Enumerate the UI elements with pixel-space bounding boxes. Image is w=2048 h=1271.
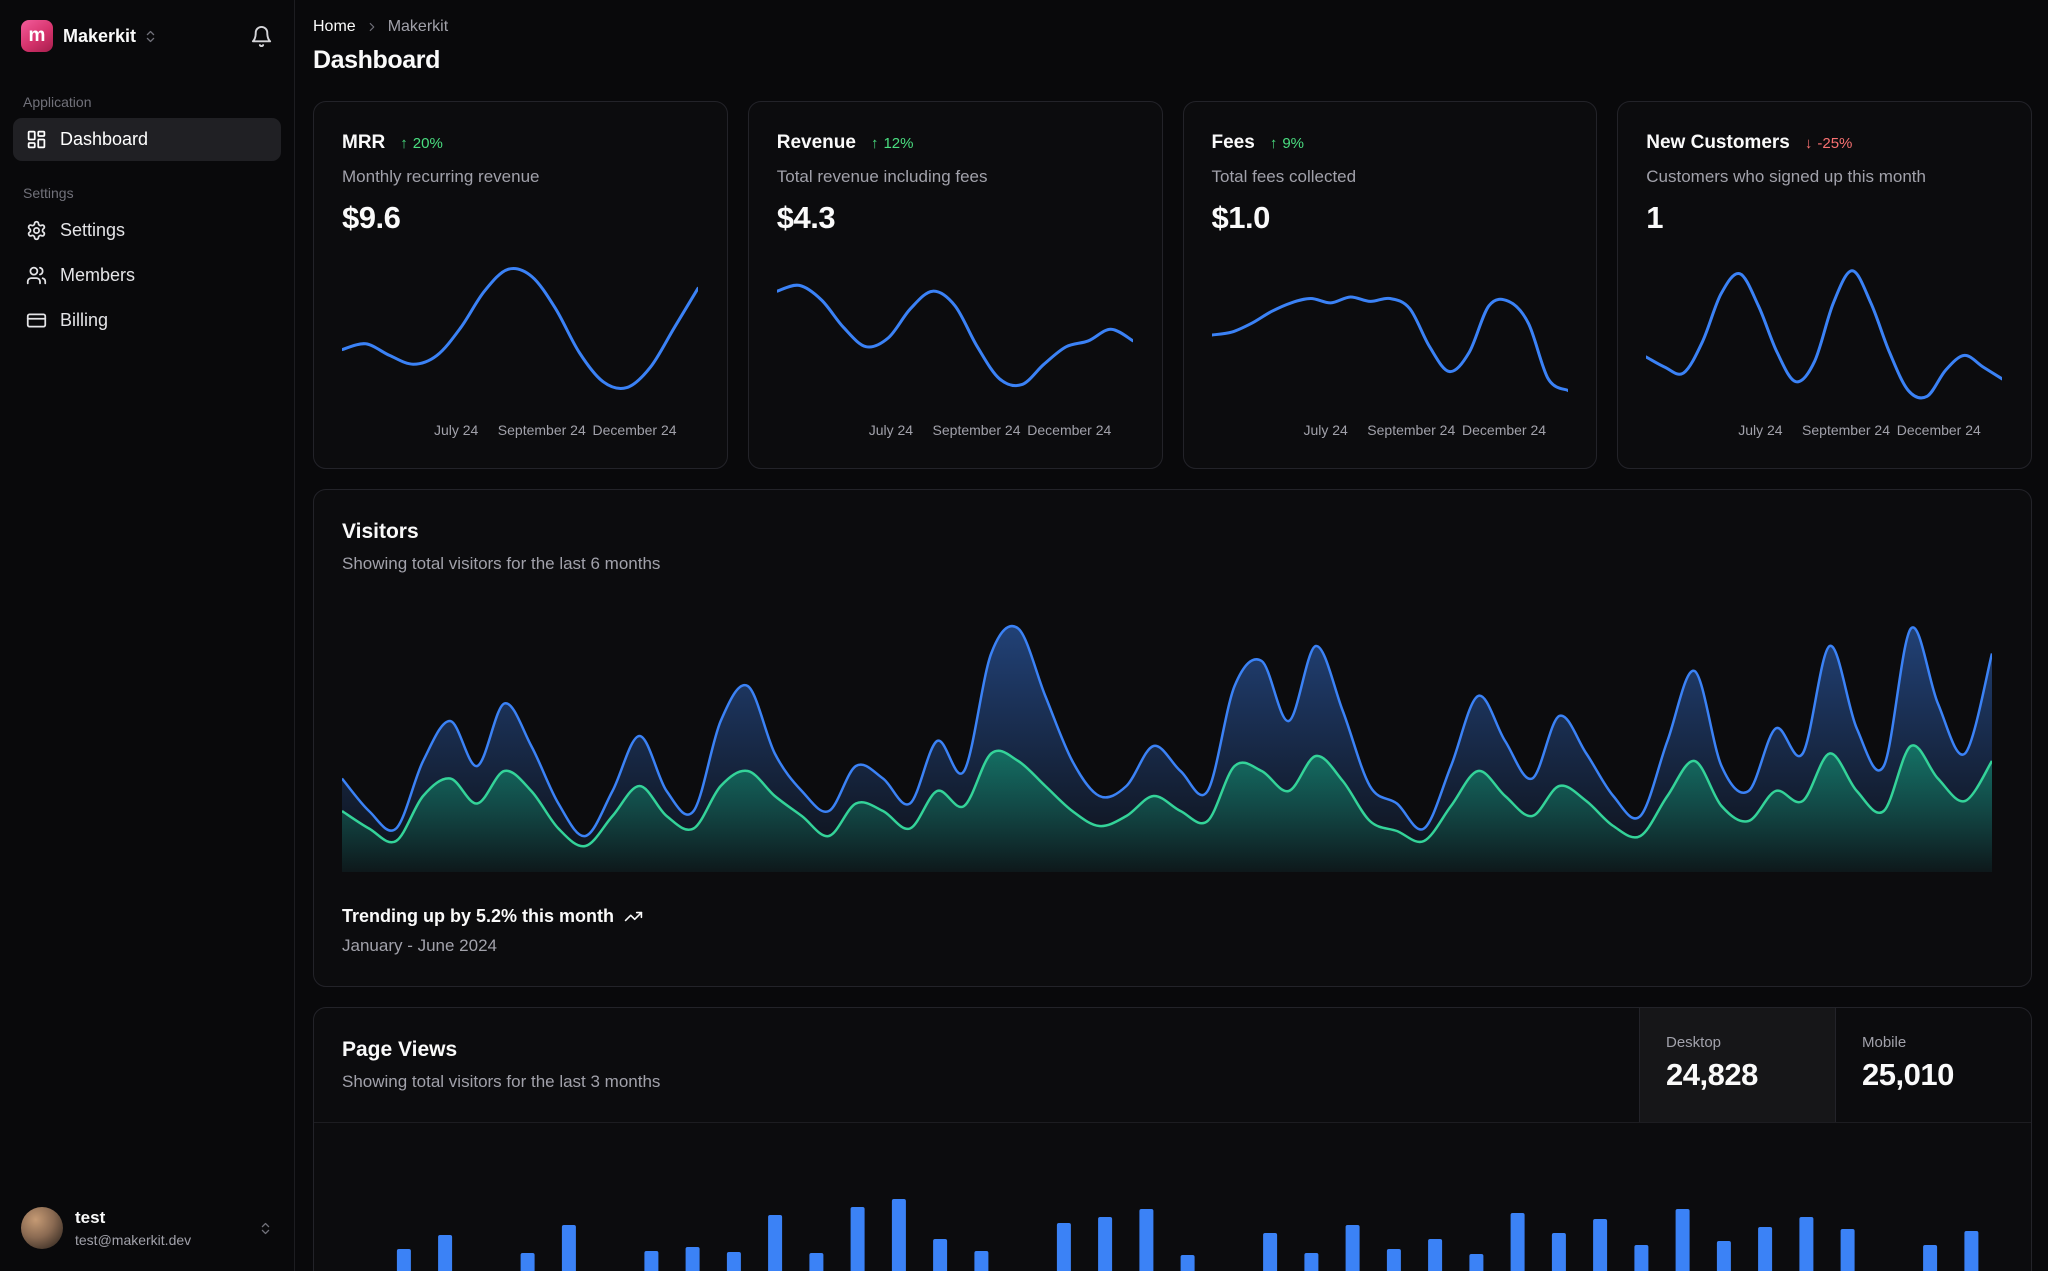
toggle-mobile[interactable]: Mobile 25,010 xyxy=(1835,1008,2031,1122)
app-logo-letter: m xyxy=(28,25,46,46)
visitors-period: January - June 2024 xyxy=(342,936,497,955)
fees-line-chart xyxy=(1211,295,1568,392)
mrr-line-chart xyxy=(342,267,698,391)
revenue-line-chart xyxy=(776,283,1133,388)
stat-subtitle: Total fees collected xyxy=(1211,167,1357,186)
sidebar-item-label: Settings xyxy=(60,220,126,240)
sidebar: m Makerkit Application Dashboard Setting… xyxy=(0,0,295,1271)
x-axis-labels: July 24 September 24 December 24 xyxy=(868,422,1112,438)
stat-change-badge: ↑ 9% xyxy=(1269,134,1304,152)
visitors-trend: Trending up by 5.2% this month xyxy=(342,906,2003,927)
stat-subtitle: Monthly recurring revenue xyxy=(342,167,540,186)
sidebar-item-members[interactable]: Members xyxy=(13,254,281,297)
nav-section-label-settings: Settings xyxy=(23,185,74,201)
sidebar-item-settings[interactable]: Settings xyxy=(13,209,281,252)
page-views-bar-chart xyxy=(396,1199,1979,1271)
stat-change-badge: ↓ -25% xyxy=(1804,134,1853,152)
sidebar-header: m Makerkit xyxy=(13,0,281,70)
sidebar-item-billing[interactable]: Billing xyxy=(13,299,281,342)
stat-subtitle: Total revenue including fees xyxy=(776,167,988,186)
arrow-up-icon: ↑ xyxy=(870,134,879,152)
page-views-title: Page Views xyxy=(342,1038,458,1061)
page-views-titles: Page Views Showing total visitors for th… xyxy=(314,1008,1639,1122)
toggle-desktop[interactable]: Desktop 24,828 xyxy=(1639,1008,1835,1122)
user-email: test@makerkit.dev xyxy=(75,1231,192,1248)
bell-icon xyxy=(251,25,272,47)
app-logo[interactable]: m xyxy=(21,20,53,52)
sidebar-item-label: Dashboard xyxy=(60,129,149,149)
stats-row: MRR ↑ 20% Monthly recurring revenue $9.6 … xyxy=(313,101,2032,469)
new-customers-line-chart xyxy=(1646,269,2003,400)
stat-value: $4.3 xyxy=(776,200,836,235)
stat-subtitle: Customers who signed up this month xyxy=(1646,167,1926,186)
breadcrumb-current: Makerkit xyxy=(387,18,449,35)
page-title: Dashboard xyxy=(313,46,440,74)
stat-title: Revenue xyxy=(776,132,856,153)
user-name: test xyxy=(75,1208,106,1228)
user-menu[interactable]: test test@makerkit.dev xyxy=(13,1193,281,1271)
stat-value: 1 xyxy=(1646,200,1663,235)
user-meta: test test@makerkit.dev xyxy=(75,1208,191,1247)
toggle-label: Mobile xyxy=(1862,1034,1907,1051)
chevrons-up-down-icon xyxy=(146,30,155,42)
page-views-toggles: Desktop 24,828 Mobile 25,010 xyxy=(1639,1008,2031,1122)
page-views-subtitle: Showing total visitors for the last 3 mo… xyxy=(342,1072,661,1091)
page-views-card: Page Views Showing total visitors for th… xyxy=(313,1007,2032,1271)
arrow-up-icon: ↑ xyxy=(400,134,408,152)
workspace-selector[interactable]: Makerkit xyxy=(63,26,158,47)
notifications-button[interactable] xyxy=(250,25,273,48)
arrow-down-icon: ↓ xyxy=(1804,134,1813,152)
sidebar-item-label: Billing xyxy=(60,310,109,330)
page-views-header: Page Views Showing total visitors for th… xyxy=(314,1008,2031,1123)
visitors-area-chart xyxy=(342,624,1992,872)
toggle-value: 24,828 xyxy=(1666,1057,1758,1092)
avatar xyxy=(21,1207,63,1249)
main-content: Home Makerkit Dashboard MRR ↑ 20% Monthly… xyxy=(295,0,2048,1271)
visitors-title: Visitors xyxy=(342,520,419,543)
visitors-subtitle: Showing total visitors for the last 6 mo… xyxy=(342,554,661,573)
stat-value: $1.0 xyxy=(1211,200,1271,235)
sidebar-item-label: Members xyxy=(60,265,136,285)
stat-card-revenue: Revenue ↑ 12% Total revenue including fee… xyxy=(747,101,1163,469)
breadcrumb-home[interactable]: Home xyxy=(313,18,356,36)
credit-card-icon xyxy=(26,313,47,328)
breadcrumb: Home Makerkit xyxy=(313,18,2032,36)
stat-card-mrr: MRR ↑ 20% Monthly recurring revenue $9.6 … xyxy=(313,101,728,469)
chevrons-up-down-icon xyxy=(261,1222,270,1234)
visitors-card: Visitors Showing total visitors for the … xyxy=(313,489,2032,987)
stat-change-badge: ↑ 12% xyxy=(870,134,914,152)
x-axis-labels: July 24 September 24 December 24 xyxy=(1303,422,1547,438)
users-icon xyxy=(26,266,47,285)
sidebar-item-dashboard[interactable]: Dashboard xyxy=(13,118,281,161)
nav-section-label-application: Application xyxy=(23,94,92,110)
app-root: m Makerkit Application Dashboard Setting… xyxy=(0,0,2048,1271)
gear-icon xyxy=(27,220,46,241)
stat-card-new-customers: New Customers ↓ -25% Customers who signed… xyxy=(1617,101,2032,469)
stat-title: Fees xyxy=(1211,132,1255,153)
trending-up-icon xyxy=(624,911,643,922)
x-axis-labels: July 24 September 24 December 24 xyxy=(433,422,677,438)
workspace-name: Makerkit xyxy=(63,25,137,46)
toggle-value: 25,010 xyxy=(1862,1057,1954,1092)
stat-card-fees: Fees ↑ 9% Total fees collected $1.0 July … xyxy=(1182,101,1598,469)
toggle-label: Desktop xyxy=(1666,1034,1722,1051)
stat-title: MRR xyxy=(342,132,386,153)
x-axis-labels: July 24 September 24 December 24 xyxy=(1738,422,1981,438)
arrow-up-icon: ↑ xyxy=(1269,134,1278,152)
chevron-right-icon xyxy=(369,22,375,32)
stat-title: New Customers xyxy=(1646,132,1790,153)
stat-value: $9.6 xyxy=(342,200,401,235)
stat-change-badge: ↑ 20% xyxy=(400,134,443,152)
dashboard-icon xyxy=(27,130,46,149)
